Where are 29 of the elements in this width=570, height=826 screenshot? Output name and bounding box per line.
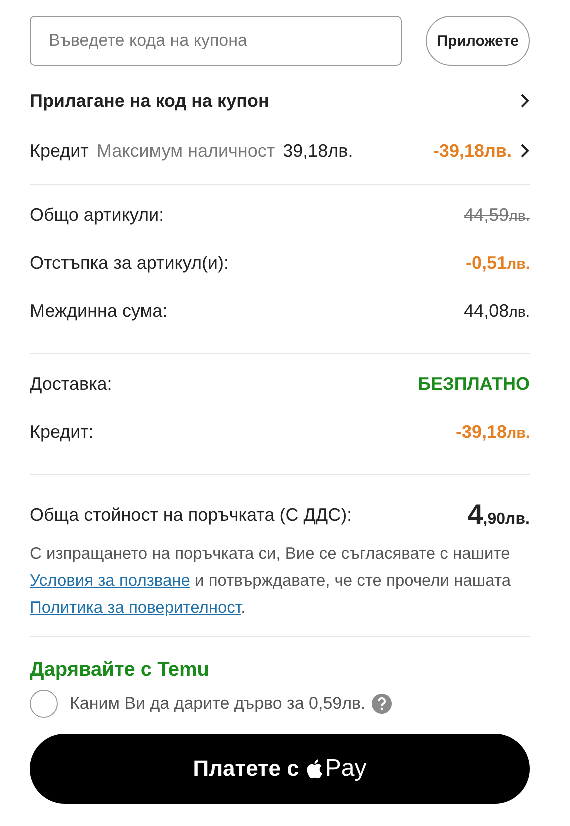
donation-title: Дарявайте с Temu (30, 659, 210, 682)
summary-label: Отстъпка за артикул(и): (30, 252, 229, 274)
apply-coupon-link[interactable]: Прилагане на код на купон (30, 90, 270, 112)
summary-label: Общо артикули: (30, 204, 164, 226)
credit-hint: Максимум наличност (96, 140, 276, 162)
amount: БЕЗПЛАТНО (418, 374, 530, 394)
summary-label: Кредит: (30, 422, 94, 442)
summary-label: Междинна сума: (30, 300, 168, 322)
donation-label: Каним Ви да дарите дърво за 0,59лв. (70, 694, 366, 714)
credit-available: 39,18лв. (283, 140, 354, 162)
chevron-right-icon (520, 143, 530, 159)
apply-button[interactable]: Приложете (426, 16, 530, 66)
total-amount: 4,90лв. (468, 499, 530, 531)
credit-amount: -39,18лв. (433, 140, 512, 162)
apple-pay-button[interactable]: Платете с Pay (30, 734, 530, 804)
credit-label: Кредит (30, 140, 89, 162)
amount: -39,18лв. (456, 422, 530, 442)
amount: 44,08лв. (464, 300, 530, 322)
total-label: Обща стойност на поръчката (С ДДС): (30, 504, 352, 526)
coupon-code-field[interactable]: Въведете кода на купона (30, 16, 402, 66)
chevron-right-icon (520, 93, 530, 109)
summary-label: Доставка: (30, 374, 112, 394)
apple-icon (305, 758, 324, 780)
help-icon[interactable] (372, 694, 392, 714)
donation-radio[interactable] (30, 690, 58, 718)
terms-text: С изпращането на поръчката си, Вие се съгласявате с нашите Условия за ползване и потвърждавате, че сте прочели нашата Политика за поверителност. (30, 544, 512, 619)
terms-link[interactable]: Политика за поверителност (30, 599, 242, 617)
terms-link[interactable]: Условия за ползване (30, 572, 190, 590)
amount: -0,51лв. (466, 252, 530, 274)
